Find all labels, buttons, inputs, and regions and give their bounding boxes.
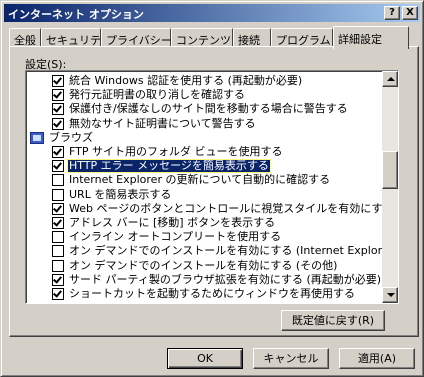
setting-row[interactable]: Internet Explorer の更新について自動的に確認する [26,173,382,187]
setting-row[interactable]: 保護付き/保護なしのサイト間を移動する場合に警告する [26,102,382,116]
setting-checkbox[interactable] [52,174,64,187]
setting-row[interactable]: インライン オートコンプリートを使用する [26,230,382,244]
title-bar[interactable]: インターネット オプション ? X [4,4,420,22]
checkmark-icon [53,75,62,85]
setting-row[interactable]: サード パーティ製のブラウザ拡張を有効にする (再起動が必要) [26,273,382,287]
setting-row[interactable]: オン デマンドでのインストールを有効にする (Internet Explorer… [26,244,397,258]
help-button[interactable]: ? [384,6,400,20]
window-title: インターネット オプション [8,8,144,21]
setting-checkbox[interactable] [52,259,64,272]
setting-label: アドレス バーに [移動] ボタンを表示する [69,216,276,229]
setting-row[interactable]: オン デマンドでのインストールを有効にする (その他) [26,259,382,273]
checkmark-icon [53,160,62,170]
close-button[interactable]: X [402,6,418,20]
scroll-down-button[interactable] [382,287,398,303]
setting-checkbox[interactable] [52,89,64,102]
scroll-thumb[interactable] [382,151,398,189]
setting-checkbox[interactable] [52,146,64,158]
setting-checkbox[interactable] [52,75,64,87]
setting-label: オン デマンドでのインストールを有効にする (Internet Explorer… [69,244,398,258]
setting-checkbox[interactable] [52,288,64,300]
vertical-scrollbar[interactable] [382,71,398,303]
checkmark-icon [53,217,62,227]
setting-row[interactable]: ショートカットを起動するためにウィンドウを再使用する [26,287,382,301]
setting-row[interactable]: 統合 Windows 認証を使用する (再起動が必要) [26,74,382,88]
setting-checkbox[interactable] [52,160,64,173]
setting-checkbox[interactable] [52,217,64,229]
cancel-button[interactable]: キャンセル [253,348,329,369]
checkmark-icon [53,117,62,128]
setting-row[interactable]: アドレス バーに [移動] ボタンを表示する [26,216,382,230]
setting-label: Web ページのボタンとコントロールに視覚スタイルを有効にする [69,201,394,215]
tab-6[interactable]: 詳細設定 [333,26,409,49]
category-row[interactable]: ブラウズ [26,131,382,145]
arrow-up-icon [387,77,395,81]
browse-category-icon [30,131,44,144]
tab-strip: 全般 セキュリティ プライバシー コンテンツ 接続 プログラム 詳細設定 [9,26,419,49]
setting-row[interactable]: HTTP エラー メッセージを簡易表示する [26,159,382,174]
setting-label: 無効なサイト証明書について警告する [69,116,256,130]
apply-button[interactable]: 適用(A) [339,348,415,369]
setting-row[interactable]: 発行元証明書の取り消しを確認する [26,88,382,102]
restore-defaults-button[interactable]: 既定値に戻す(R) [281,310,385,331]
checkmark-icon [53,274,62,284]
setting-label: ショートカットを起動するためにウィンドウを再使用する [69,287,355,300]
setting-checkbox[interactable] [52,117,64,130]
setting-checkbox[interactable] [52,245,64,258]
setting-label: HTTP エラー メッセージを簡易表示する [67,159,271,174]
setting-row[interactable]: URL を簡易表示する [26,188,382,202]
setting-checkbox[interactable] [52,202,64,215]
setting-label: インライン オートコンプリートを使用する [69,230,282,244]
category-label: ブラウズ [49,130,93,144]
checkmark-icon [53,288,62,298]
setting-label: 発行元証明書の取り消しを確認する [69,88,245,102]
setting-row[interactable]: Web ページのボタンとコントロールに視覚スタイルを有効にする [26,202,393,216]
internet-options-dialog: インターネット オプション ? X 全般 セキュリティ プライバシー コンテンツ 接続プ… [0,0,424,377]
settings-tree-list[interactable]: 統合 Windows 認証を使用する (再起動が必要) 発行元証明書の取り消しを確… [25,70,399,304]
checkmark-icon [53,203,62,213]
tab-4[interactable]: 接続 [233,28,271,47]
checkmark-icon [53,146,62,156]
setting-label: FTP サイト用のフォルダ ビューを使用する [69,145,283,158]
setting-checkbox[interactable] [52,273,64,286]
ok-button[interactable]: OK [167,348,243,369]
help-icon: ? [389,7,395,18]
scroll-up-button[interactable] [382,71,398,87]
setting-checkbox[interactable] [52,103,64,116]
setting-label: サード パーティ製のブラウザ拡張を有効にする (再起動が必要) [69,272,382,286]
tab-2[interactable]: プライバシー [101,28,172,47]
close-icon: X [406,7,414,18]
setting-checkbox[interactable] [52,231,64,244]
checkmark-icon [53,89,62,99]
setting-row[interactable]: FTP サイト用のフォルダ ビューを使用する [26,145,382,159]
setting-label: 保護付き/保護なしのサイト間を移動する場合に警告する [69,102,348,116]
tab-5[interactable]: プログラム [271,28,333,47]
setting-label: Internet Explorer の更新について自動的に確認する [69,173,331,187]
setting-row[interactable]: 無効なサイト証明書について警告する [26,117,382,131]
setting-label: URL を簡易表示する [69,187,172,201]
setting-checkbox[interactable] [52,188,64,201]
checkmark-icon [53,103,62,114]
arrow-down-icon [387,293,395,297]
tab-3[interactable]: コンテンツ [171,28,233,47]
setting-label: 統合 Windows 認証を使用する (再起動が必要) [69,74,303,87]
tab-0[interactable]: 全般 [9,28,41,47]
setting-label: オン デマンドでのインストールを有効にする (その他) [69,258,338,272]
tab-1[interactable]: セキュリティ [41,28,111,47]
